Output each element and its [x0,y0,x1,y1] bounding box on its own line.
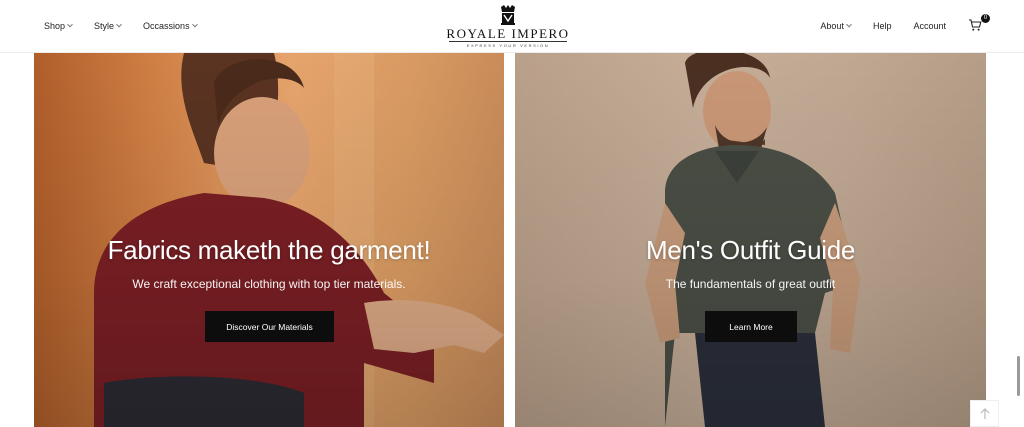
page-scrollbar[interactable] [1017,356,1020,396]
nav-help[interactable]: Help [873,21,892,31]
nav-help-label: Help [872,21,892,31]
primary-nav: Shop Style Occassions [44,0,198,52]
card-title: Fabrics maketh the garment! [107,235,431,265]
nav-account[interactable]: Account [913,21,946,31]
site-header: Shop Style Occassions ROYALE IMPERO EXPR… [0,0,1024,53]
nav-shop[interactable]: Shop [44,21,73,31]
scroll-to-top-button[interactable] [970,400,999,427]
chevron-down-icon [191,21,198,28]
logo-wordmark: ROYALE IMPERO [446,26,570,41]
card-subtitle: We craft exceptional clothing with top t… [132,277,406,291]
arrow-up-icon [980,407,989,419]
chevron-down-icon [116,21,122,28]
nav-shop-label: Shop [44,21,66,31]
nav-account-label: Account [913,21,946,31]
cart-button[interactable]: 0 [968,14,990,34]
chevron-down-icon [846,21,852,28]
logo-tagline: EXPRESS YOUR VERSION [449,41,567,48]
nav-occassions-label: Occassions [143,21,190,31]
nav-about-label: About [820,21,844,31]
nav-occassions[interactable]: Occassions [143,21,198,31]
card-title: Men's Outfit Guide [645,235,856,265]
card-subtitle: The fundamentals of great outfit [665,277,836,291]
cart-count-badge: 0 [981,14,990,23]
nav-style[interactable]: Style [94,21,122,31]
brand-logo[interactable]: ROYALE IMPERO EXPRESS YOUR VERSION [443,4,573,50]
learn-more-button[interactable]: Learn More [705,311,797,342]
promo-card-materials: Fabrics maketh the garment! We craft exc… [34,53,504,427]
crest-icon [501,5,515,25]
discover-materials-button[interactable]: Discover Our Materials [205,311,334,342]
chevron-down-icon [67,21,73,28]
nav-about[interactable]: About [820,21,852,31]
secondary-nav: About Help Account 0 [820,0,990,52]
promo-card-outfit-guide: Men's Outfit Guide The fundamentals of g… [515,53,986,427]
nav-style-label: Style [94,21,115,31]
cart-icon [969,19,982,31]
